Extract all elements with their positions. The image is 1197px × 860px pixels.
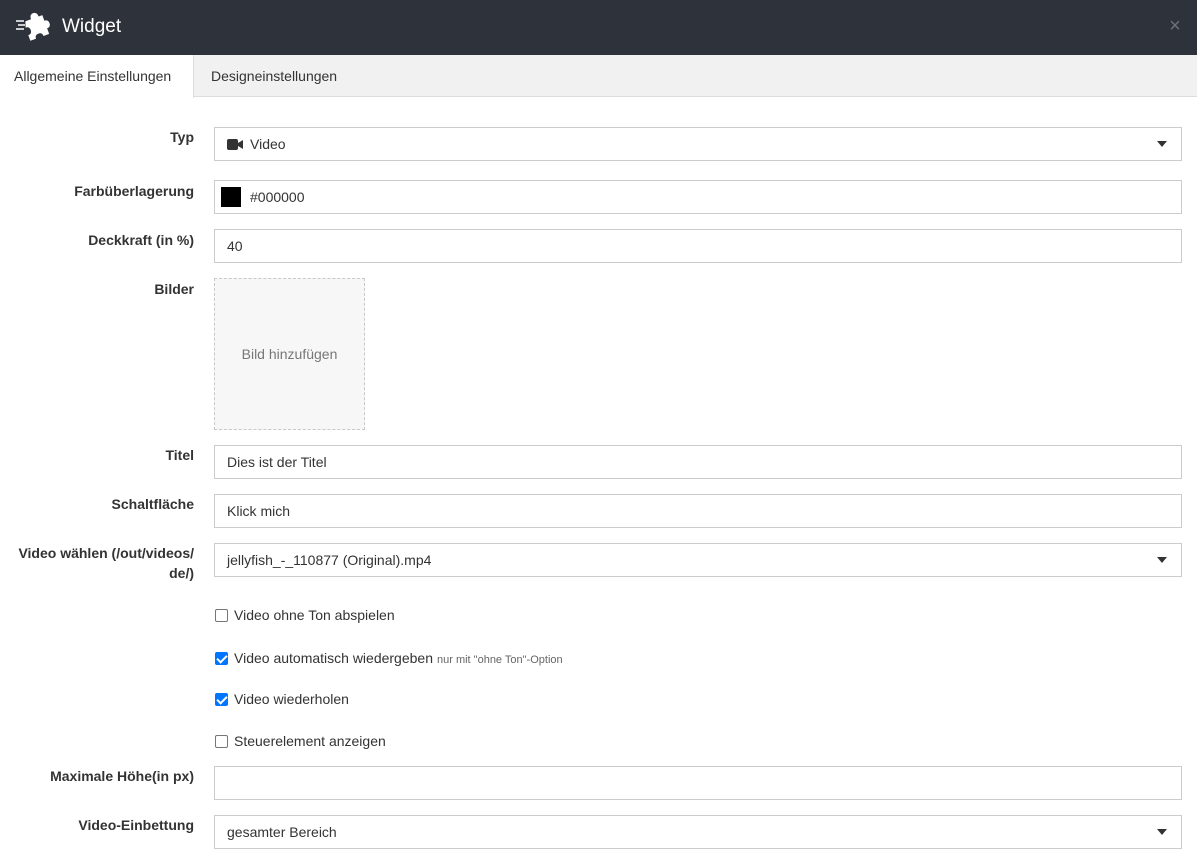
max-height-input[interactable]: [214, 766, 1182, 800]
tab-general-settings[interactable]: Allgemeine Einstellungen: [0, 55, 194, 98]
video-select-label: Video wählen (/out/videos/ de/): [18, 543, 194, 583]
close-icon[interactable]: ×: [1165, 14, 1185, 38]
checkbox-label: Video ohne Ton abspielen: [234, 607, 395, 623]
video-select[interactable]: jellyfish_-_110877 (Original).mp4: [214, 543, 1182, 577]
max-height-label: Maximale Höhe(in px): [50, 768, 194, 784]
checkbox-label-container: Video automatisch wiedergeben nur mit "oh…: [234, 648, 563, 670]
autoplay-hint: nur mit "ohne Ton"-Option: [437, 654, 563, 666]
color-overlay-label: Farbüberlagerung: [74, 183, 194, 199]
type-value: Video: [250, 136, 286, 152]
checkbox-box[interactable]: [215, 609, 228, 622]
color-overlay-field[interactable]: #000000: [214, 180, 1182, 214]
video-select-label-line2: de/): [169, 565, 194, 581]
title-label: Titel: [165, 447, 194, 463]
type-label: Typ: [170, 129, 194, 145]
checkbox-label: Video automatisch wiedergeben: [234, 650, 433, 666]
checkbox-box[interactable]: [215, 652, 228, 665]
button-text-label: Schaltfläche: [111, 496, 194, 512]
color-swatch[interactable]: [221, 187, 241, 207]
checkbox-box[interactable]: [215, 735, 228, 748]
title-input[interactable]: Dies ist der Titel: [214, 445, 1182, 479]
color-overlay-value: #000000: [250, 189, 305, 205]
tab-design-settings[interactable]: Designeinstellungen: [194, 55, 364, 97]
video-camera-icon: [227, 139, 243, 150]
checkbox-label: Video wiederholen: [234, 691, 349, 707]
checkbox-box[interactable]: [215, 693, 228, 706]
type-select[interactable]: Video: [214, 127, 1182, 161]
video-embedding-label: Video-Einbettung: [78, 817, 194, 833]
checkbox-label: Steuerelement anzeigen: [234, 733, 386, 749]
chevron-down-icon: [1157, 557, 1167, 563]
video-embedding-select[interactable]: gesamter Bereich: [214, 815, 1182, 849]
video-select-label-line1: Video wählen (/out/videos/: [18, 545, 194, 561]
images-label: Bilder: [154, 281, 194, 297]
opacity-label: Deckkraft (in %): [88, 232, 194, 248]
button-text-input[interactable]: Klick mich: [214, 494, 1182, 528]
puzzle-piece-icon: [16, 12, 50, 41]
chevron-down-icon: [1157, 829, 1167, 835]
chevron-down-icon: [1157, 141, 1167, 147]
add-image-dropzone[interactable]: Bild hinzufügen: [214, 278, 365, 430]
opacity-input[interactable]: 40: [214, 229, 1182, 263]
video-select-value: jellyfish_-_110877 (Original).mp4: [227, 552, 432, 568]
video-embedding-value: gesamter Bereich: [227, 824, 337, 840]
dialog-header: Widget ×: [0, 0, 1197, 55]
dialog-title: Widget: [62, 16, 122, 37]
tab-bar: Allgemeine Einstellungen Designeinstellu…: [0, 55, 1197, 98]
